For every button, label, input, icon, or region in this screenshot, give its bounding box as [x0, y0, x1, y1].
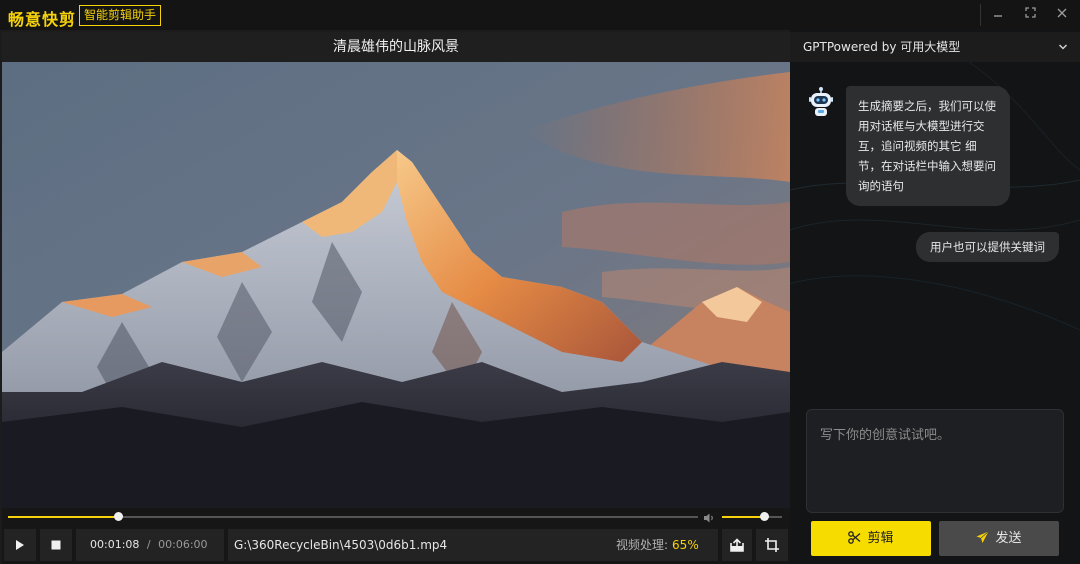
crop-button[interactable]: [756, 529, 788, 561]
play-button[interactable]: [4, 529, 36, 561]
file-path: G:\360RecycleBin\4503\0d6b1.mp4: [228, 529, 608, 561]
total-time: 00:06:00: [158, 538, 208, 551]
upload-icon: [730, 538, 744, 552]
volume-handle[interactable]: [760, 512, 769, 521]
time-separator: /: [146, 538, 151, 551]
video-player[interactable]: [2, 62, 790, 508]
stop-button[interactable]: [40, 529, 72, 561]
volume-slider[interactable]: [722, 512, 782, 521]
title-divider: [980, 4, 981, 26]
minimize-icon: [994, 15, 1002, 17]
maximize-icon: [1024, 7, 1036, 18]
close-button[interactable]: [1052, 5, 1072, 25]
model-selector[interactable]: GPTPowered by 可用大模型: [790, 32, 1080, 62]
chevron-down-icon: [1058, 32, 1068, 62]
current-time: 00:01:08: [90, 538, 140, 551]
video-title: 清晨雄伟的山脉风景: [2, 32, 790, 62]
maximize-button[interactable]: [1020, 5, 1040, 25]
app-subtitle-badge: 智能剪辑助手: [79, 5, 162, 26]
user-message: 用户也可以提供关键词: [916, 232, 1059, 262]
player-controls: 00:01:08 / 00:06:00 G:\360RecycleBin\450…: [2, 526, 790, 564]
send-button-label: 发送: [995, 531, 1022, 546]
processing-percent: 65%: [672, 538, 699, 552]
play-icon: [16, 540, 24, 550]
robot-avatar-icon: [808, 86, 834, 118]
title-bar: 畅意快剪 智能剪辑助手: [0, 0, 1080, 30]
prompt-input[interactable]: 写下你的创意试试吧。: [806, 409, 1064, 513]
send-icon: [976, 531, 990, 543]
cut-button-label: 剪辑: [867, 531, 894, 546]
app-brand: 畅意快剪: [8, 10, 77, 29]
processing-status: 视频处理: 65%: [608, 529, 718, 561]
video-frame-image: [2, 62, 790, 508]
timeline-bar: [2, 508, 790, 526]
bot-message: 生成摘要之后，我们可以使用对话框与大模型进行交互，追问视频的其它 细节，在对话栏…: [846, 86, 1010, 206]
stop-icon: [51, 540, 61, 550]
scissors-icon: [848, 531, 861, 544]
model-label: GPTPowered by 可用大模型: [803, 40, 961, 54]
minimize-button[interactable]: [988, 5, 1008, 25]
progress-slider[interactable]: [8, 512, 698, 521]
export-button[interactable]: [722, 529, 752, 561]
volume-icon: [704, 513, 713, 523]
send-button[interactable]: 发送: [939, 521, 1059, 556]
cut-button[interactable]: 剪辑: [811, 521, 931, 556]
crop-icon: [765, 538, 779, 552]
time-display: 00:01:08 / 00:06:00: [76, 529, 224, 561]
processing-label: 视频处理:: [616, 538, 669, 552]
volume-fill: [722, 516, 764, 518]
ai-chat-panel: GPTPowered by 可用大模型 生成摘要之后，我们可以使用对话框与大模型…: [790, 30, 1080, 564]
volume-button[interactable]: [702, 510, 716, 524]
close-icon: [1057, 8, 1067, 18]
progress-fill: [8, 516, 119, 518]
progress-handle[interactable]: [114, 512, 124, 521]
